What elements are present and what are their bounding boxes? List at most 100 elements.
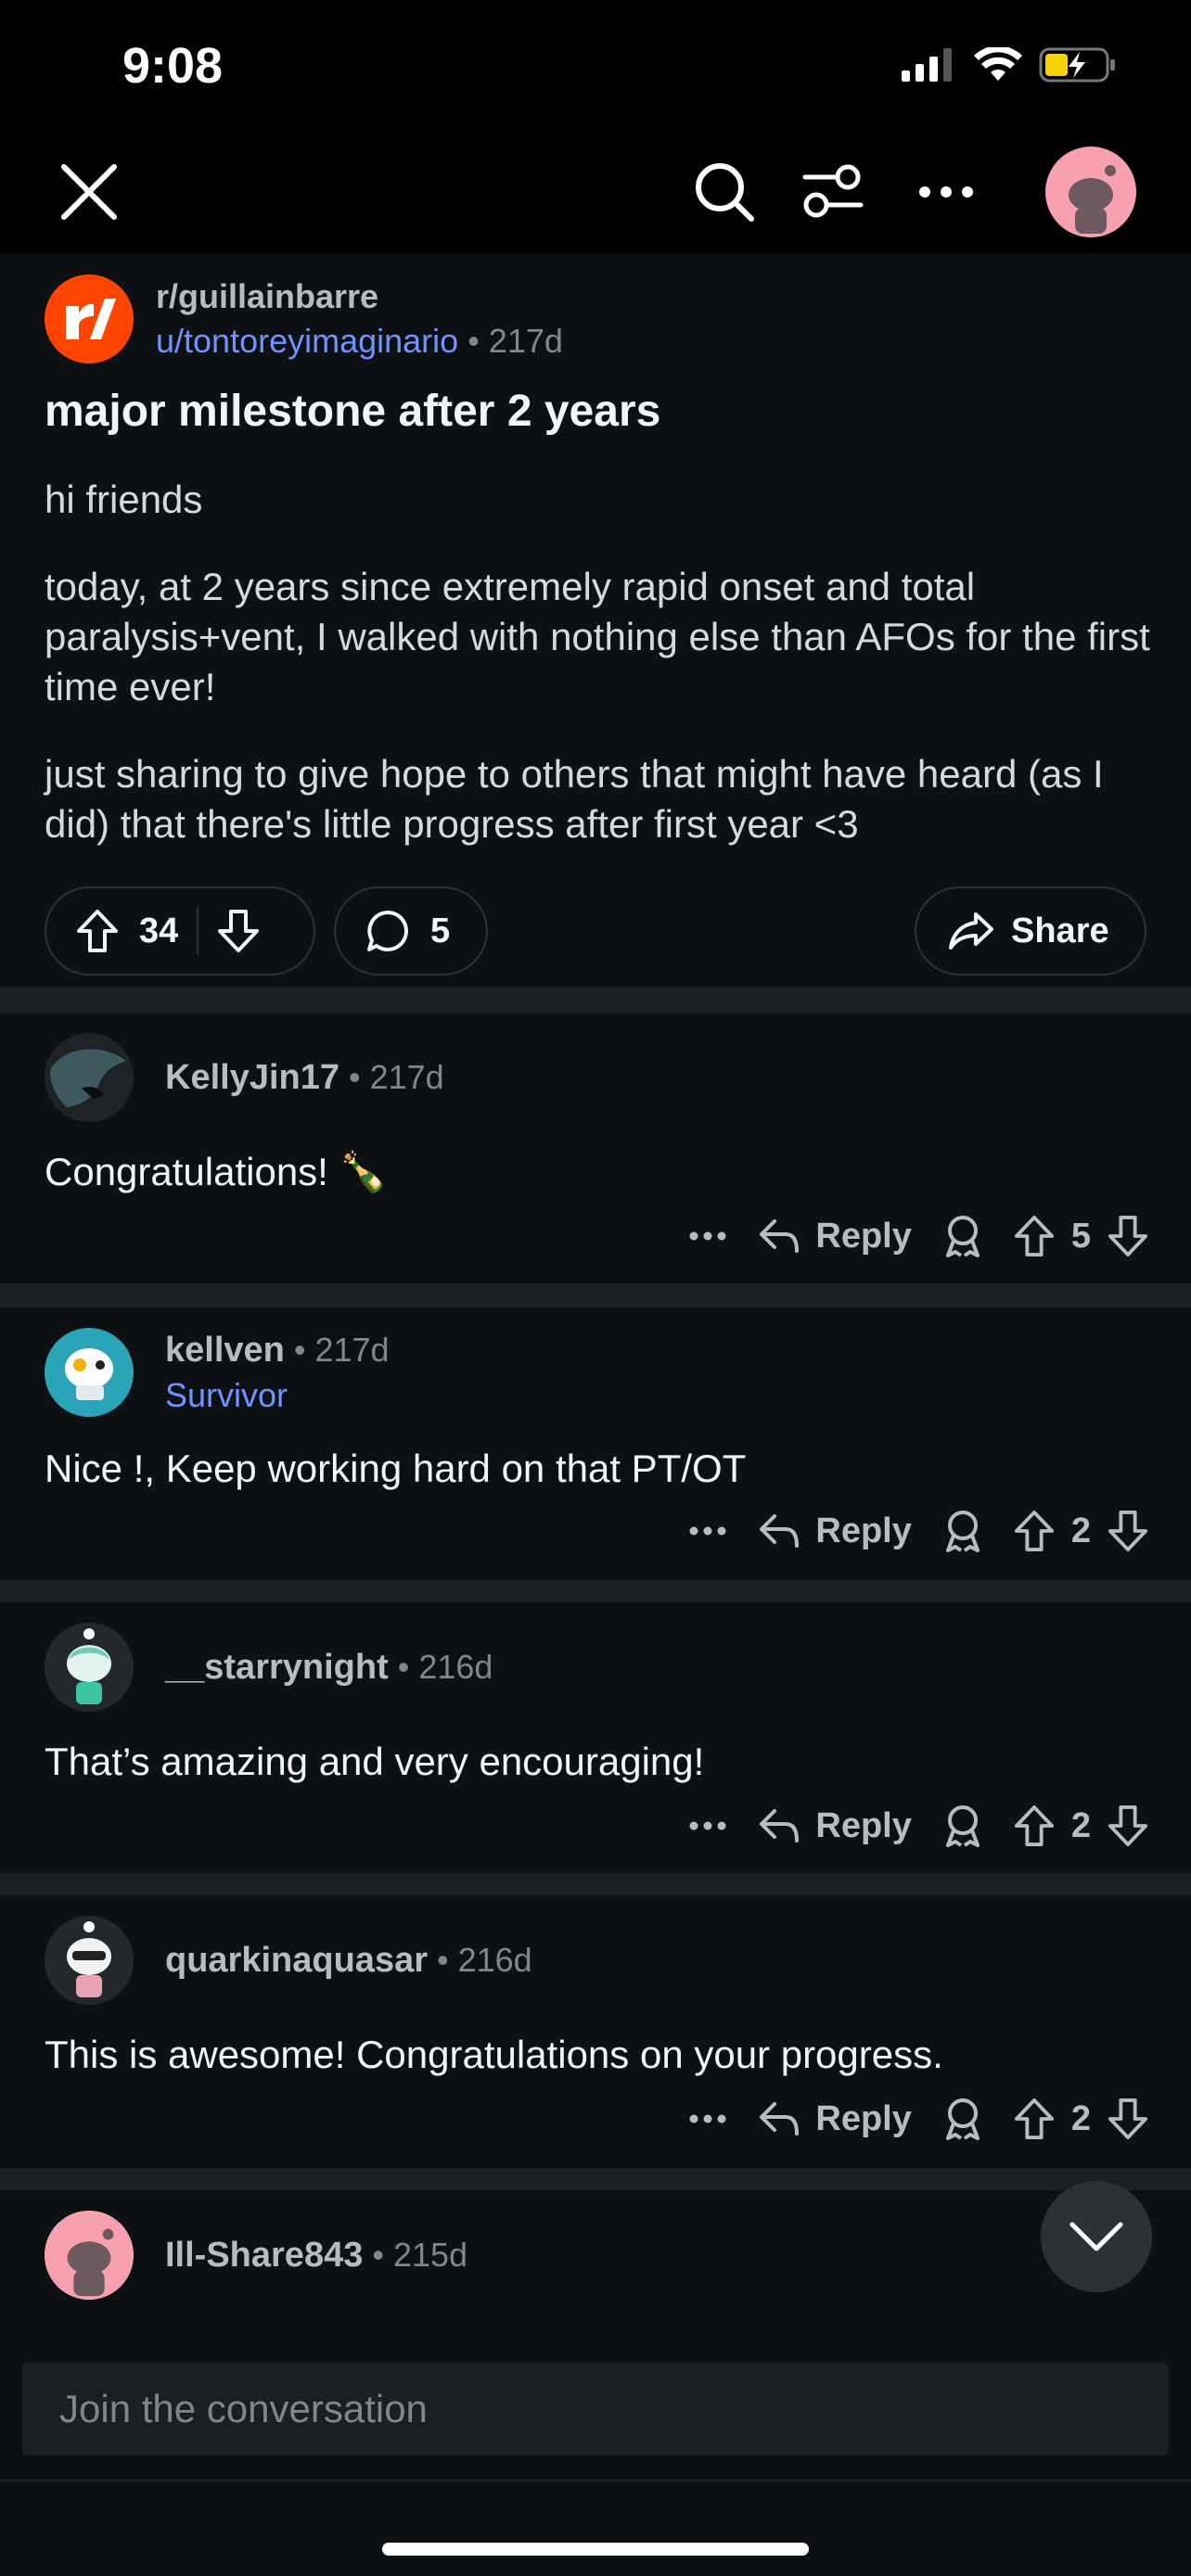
more-icon [689, 1821, 726, 1830]
reply-button[interactable]: Reply [758, 1511, 912, 1551]
post-author[interactable]: u/tontoreyimaginario [156, 322, 458, 360]
comment-author[interactable]: Ill-Share843 [165, 2236, 363, 2275]
reply-button[interactable]: Reply [758, 1805, 912, 1846]
comment-icon [367, 911, 408, 951]
share-button[interactable]: Share [915, 886, 1146, 976]
sort-icon [802, 164, 864, 218]
comment-age: 215d [392, 2235, 468, 2274]
status-time: 9:08 [122, 38, 224, 94]
avatar-image [52, 1330, 126, 1415]
upvote-button[interactable] [76, 909, 119, 953]
comment: quarkinaquasar • 216d This is awesome! Con… [0, 1895, 1191, 2168]
downvote-button[interactable] [1108, 1215, 1148, 1257]
upvote-icon [1014, 2098, 1054, 2139]
award-button[interactable] [943, 2098, 982, 2140]
award-icon [945, 1216, 980, 1257]
award-button[interactable] [943, 1510, 982, 1552]
vote-count: 34 [139, 911, 179, 950]
downvote-icon [1108, 2098, 1148, 2139]
award-button[interactable] [943, 1804, 982, 1847]
post-age: 217d [488, 322, 563, 360]
comment: __starrynight • 216d That’s amazing and ve… [0, 1602, 1191, 1873]
post-paragraph: hi friends [45, 478, 203, 521]
more-options-button[interactable] [689, 2114, 726, 2123]
comment: Ill-Share843 • 215d [0, 2190, 1191, 2329]
close-button[interactable] [48, 130, 130, 254]
comment-avatar[interactable] [45, 2211, 134, 2300]
home-indicator[interactable] [382, 2543, 809, 2556]
award-icon [945, 1511, 980, 1552]
reply-button[interactable]: Reply [758, 2099, 912, 2139]
downvote-button[interactable] [1108, 2098, 1148, 2140]
comment-author[interactable]: kellven [165, 1331, 285, 1370]
avatar-image [45, 1623, 134, 1712]
upvote-icon [1014, 1805, 1054, 1846]
reply-label: Reply [815, 1511, 912, 1550]
user-avatar-button[interactable] [1044, 130, 1137, 254]
close-icon [61, 164, 117, 220]
downvote-icon [1108, 1511, 1148, 1551]
more-button[interactable] [911, 130, 981, 254]
more-icon [689, 2114, 726, 2123]
vote-pill: 34 [45, 886, 315, 976]
comment-count: 5 [430, 911, 451, 950]
upvote-button[interactable]: 5 [1014, 1215, 1091, 1257]
post-body: hi friends today, at 2 years since extre… [45, 475, 1158, 886]
downvote-icon [218, 910, 260, 952]
avatar-image [45, 1916, 134, 2005]
reply-button[interactable]: Reply [758, 1216, 912, 1256]
post-actions: 34 5 Share [45, 886, 1146, 977]
upvote-button[interactable]: 2 [1014, 1510, 1091, 1552]
sort-button[interactable] [800, 130, 866, 254]
comments-button[interactable]: 5 [334, 886, 488, 976]
comment-text: That’s amazing and very encouraging! [45, 1740, 705, 1783]
subreddit-name[interactable]: r/guillainbarre [156, 277, 563, 316]
comment-actions: Reply 2 [658, 2098, 1148, 2140]
downvote-icon [1108, 1805, 1148, 1846]
vote-count: 2 [1070, 1805, 1091, 1845]
award-button[interactable] [943, 1215, 982, 1257]
comment: kellven • 217d Survivor Nice !, Keep worki… [0, 1307, 1191, 1580]
search-icon [696, 163, 754, 222]
section-divider [0, 1283, 1191, 1307]
separator-dot: • [349, 1057, 361, 1096]
comment-text: Congratulations! 🍾 [45, 1150, 388, 1193]
comment-actions: Reply 5 [658, 1215, 1148, 1257]
downvote-icon [1108, 1216, 1148, 1256]
search-button[interactable] [686, 130, 762, 254]
comment-avatar[interactable] [45, 1033, 134, 1122]
downvote-button[interactable] [1108, 1510, 1148, 1552]
reply-label: Reply [815, 1216, 912, 1256]
more-options-button[interactable] [689, 1526, 726, 1536]
comment-avatar[interactable] [45, 1916, 134, 2005]
comment-avatar[interactable] [45, 1623, 134, 1712]
upvote-button[interactable]: 2 [1014, 2098, 1091, 2140]
comment: KellyJin17 • 217d Congratulations! 🍾 Reply… [0, 1013, 1191, 1283]
section-divider [0, 2168, 1191, 2190]
upvote-icon [77, 910, 118, 952]
comment-age: 216d [457, 1940, 532, 1979]
downvote-button[interactable] [1108, 1804, 1148, 1847]
comment-avatar[interactable] [45, 1328, 134, 1417]
battery-icon [1039, 47, 1115, 83]
reply-label: Reply [815, 1805, 912, 1845]
collapse-button[interactable] [1041, 2181, 1152, 2292]
downvote-button[interactable] [217, 909, 260, 953]
composer-bar: Join the conversation [0, 2329, 1191, 2481]
comment-text: This is awesome! Congratulations on your… [45, 2033, 943, 2076]
chevron-down-icon [1069, 2222, 1123, 2251]
comment-input[interactable]: Join the conversation [22, 2363, 1169, 2455]
separator-dot: • [293, 1330, 306, 1369]
more-options-button[interactable] [689, 1231, 726, 1241]
comment-age: 217d [369, 1057, 444, 1096]
reply-icon [760, 1219, 800, 1253]
section-divider [0, 987, 1191, 1013]
comment-author[interactable]: KellyJin17 [165, 1058, 339, 1097]
post-title: major milestone after 2 years [45, 387, 661, 436]
comment-author[interactable]: __starrynight [165, 1648, 389, 1687]
subreddit-avatar[interactable] [45, 274, 134, 363]
comment-author[interactable]: quarkinaquasar [165, 1941, 428, 1980]
upvote-button[interactable]: 2 [1014, 1804, 1091, 1847]
divider [197, 908, 199, 954]
more-options-button[interactable] [689, 1821, 726, 1830]
